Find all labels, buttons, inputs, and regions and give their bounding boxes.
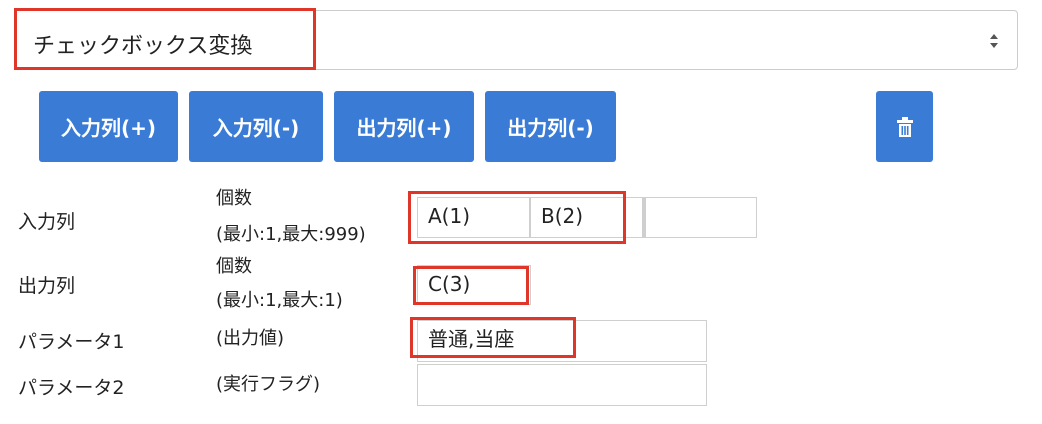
output-columns-label: 出力列 — [18, 275, 76, 297]
highlight-parameter1 — [410, 317, 576, 358]
output-count-range: (最小:1,最大:1) — [216, 290, 343, 311]
remove-input-column-button[interactable]: 入力列(-) — [189, 91, 323, 162]
input-count-title: 個数 — [216, 188, 252, 209]
add-output-column-button[interactable]: 出力列(+) — [334, 91, 474, 162]
add-input-column-button[interactable]: 入力列(+) — [39, 91, 178, 162]
parameter1-label: パラメータ1 — [18, 331, 125, 353]
parameter1-hint: (出力値) — [216, 328, 285, 349]
output-count-title: 個数 — [216, 256, 252, 277]
parameter2-label: パラメータ2 — [18, 377, 125, 399]
input-count-range: (最小:1,最大:999) — [216, 224, 366, 245]
highlight-converter-select — [14, 8, 316, 70]
parameter2-input[interactable] — [417, 364, 707, 406]
input-columns-label: 入力列 — [18, 211, 76, 233]
parameter2-hint: (実行フラグ) — [216, 374, 321, 395]
trash-icon — [896, 116, 913, 137]
delete-button[interactable] — [876, 91, 933, 162]
select-arrows-icon — [990, 34, 998, 48]
remove-output-column-button[interactable]: 出力列(-) — [485, 91, 616, 162]
highlight-output-columns — [413, 266, 529, 305]
highlight-input-columns — [408, 191, 626, 244]
input-column-cell-4[interactable] — [645, 197, 757, 238]
